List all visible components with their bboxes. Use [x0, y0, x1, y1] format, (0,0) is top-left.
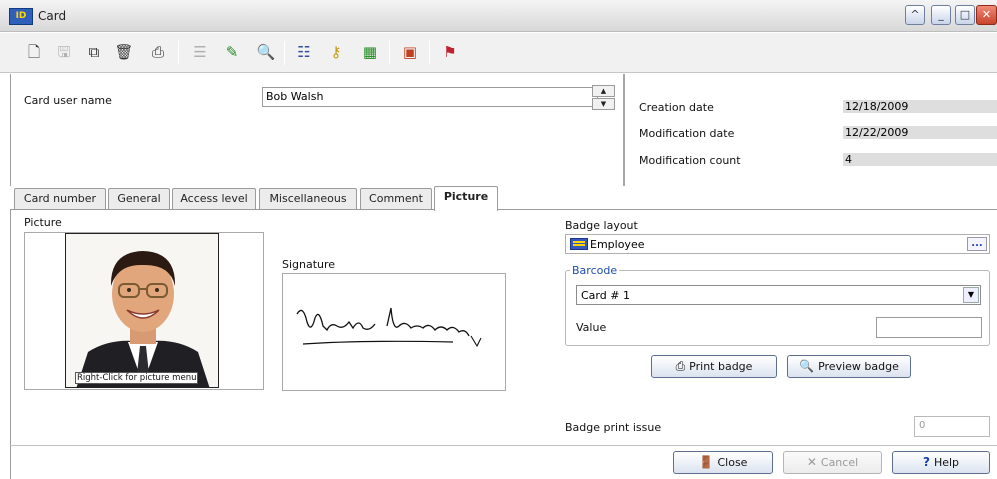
barcode-value-input[interactable]: [876, 317, 982, 338]
preview-badge-button[interactable]: 🔍 Preview badge: [787, 355, 911, 378]
modification-count-value: 4: [843, 153, 997, 166]
toolbar: 🗋 🖫 ⧉ 🗑 ⎙ ☰ ✎ 🔍 ☷ ⚷ ▦ ▣ ⚑: [0, 33, 997, 73]
signature-frame[interactable]: [282, 273, 506, 391]
close-button[interactable]: 🚪 Close: [673, 451, 773, 474]
filter-icon[interactable]: ☷: [294, 42, 314, 62]
find-icon[interactable]: 🔍: [256, 42, 276, 62]
close-label: Close: [717, 456, 748, 469]
restore-up-button[interactable]: ^: [905, 5, 925, 25]
tab-strip: Card number General Access level Miscell…: [10, 186, 997, 211]
print-badge-button[interactable]: ⎙ Print badge: [651, 355, 777, 378]
spin-down-button[interactable]: ▼: [592, 98, 615, 110]
barcode-selected-value: Card # 1: [581, 289, 630, 302]
close-window-button[interactable]: ✕: [976, 5, 997, 25]
flag-icon[interactable]: ⚑: [440, 42, 460, 62]
card-header-panel: Card user name Bob Walsh ▲ ▼: [10, 74, 625, 186]
badge-layout-field[interactable]: Employee ...: [565, 234, 990, 254]
cancel-icon: ✕: [806, 455, 817, 469]
tab-access-level[interactable]: Access level: [172, 188, 256, 209]
printer-icon: ⎙: [675, 359, 686, 373]
print-icon[interactable]: ⎙: [148, 42, 168, 62]
modification-date-value: 12/22/2009: [843, 126, 997, 139]
tab-card-number[interactable]: Card number: [14, 188, 106, 209]
creation-date-value: 12/18/2009: [843, 100, 997, 113]
cardholder-photo[interactable]: Right-Click for picture menu: [65, 233, 219, 388]
floppy-icon[interactable]: ▣: [400, 42, 420, 62]
maximize-button[interactable]: □: [955, 5, 975, 25]
barcode-select[interactable]: Card # 1 ▼: [576, 285, 981, 305]
tab-miscellaneous[interactable]: Miscellaneous: [259, 188, 357, 209]
portrait-image: [66, 234, 218, 387]
photo-caption: Right-Click for picture menu: [75, 372, 199, 384]
tab-general[interactable]: General: [108, 188, 170, 209]
badge-print-issue-input: 0: [914, 416, 990, 437]
preview-icon: 🔍: [799, 359, 815, 373]
badge-layout-label: Badge layout: [565, 219, 638, 232]
key-icon[interactable]: ⚷: [326, 42, 346, 62]
window-title: Card: [38, 9, 67, 23]
help-icon: ?: [922, 455, 930, 469]
link-icon[interactable]: ✎: [222, 42, 242, 62]
modification-count-label: Modification count: [639, 154, 741, 167]
delete-icon[interactable]: 🗑: [114, 42, 134, 62]
tab-picture[interactable]: Picture: [434, 186, 498, 211]
minimize-button[interactable]: _: [931, 5, 951, 25]
spin-up-button[interactable]: ▲: [592, 85, 615, 97]
new-icon[interactable]: 🗋: [24, 42, 44, 62]
signature-label: Signature: [282, 258, 336, 271]
card-user-name-input[interactable]: Bob Walsh: [262, 87, 598, 107]
preview-badge-label: Preview badge: [818, 360, 899, 373]
modification-date-label: Modification date: [639, 127, 735, 140]
save-icon[interactable]: 🖫: [54, 42, 74, 62]
barcode-value-label: Value: [576, 321, 607, 334]
picture-label: Picture: [24, 216, 62, 229]
grid-icon[interactable]: ▦: [360, 42, 380, 62]
list-icon[interactable]: ☰: [190, 42, 210, 62]
copy-icon[interactable]: ⧉: [84, 42, 104, 62]
tab-comment[interactable]: Comment: [360, 188, 432, 209]
exit-door-icon: 🚪: [698, 455, 714, 469]
help-button[interactable]: ? Help: [892, 451, 990, 474]
cancel-button[interactable]: ✕ Cancel: [783, 451, 882, 474]
badge-print-issue-label: Badge print issue: [565, 421, 662, 434]
signature-image: [296, 307, 482, 348]
cancel-label: Cancel: [820, 456, 859, 469]
print-badge-label: Print badge: [689, 360, 753, 373]
badge-layout-icon: [570, 238, 588, 250]
card-user-name-label: Card user name: [24, 94, 112, 107]
app-icon: ID: [9, 8, 33, 25]
creation-date-label: Creation date: [639, 101, 714, 114]
badge-layout-value: Employee: [590, 238, 645, 251]
window-titlebar: ID Card ^ _ □ ✕: [0, 0, 997, 32]
chevron-down-icon[interactable]: ▼: [963, 287, 979, 303]
browse-layout-button[interactable]: ...: [967, 237, 987, 251]
barcode-legend: Barcode: [570, 264, 620, 277]
help-label: Help: [933, 456, 960, 469]
card-dates-panel: Creation date 12/18/2009 Modification da…: [627, 74, 997, 186]
